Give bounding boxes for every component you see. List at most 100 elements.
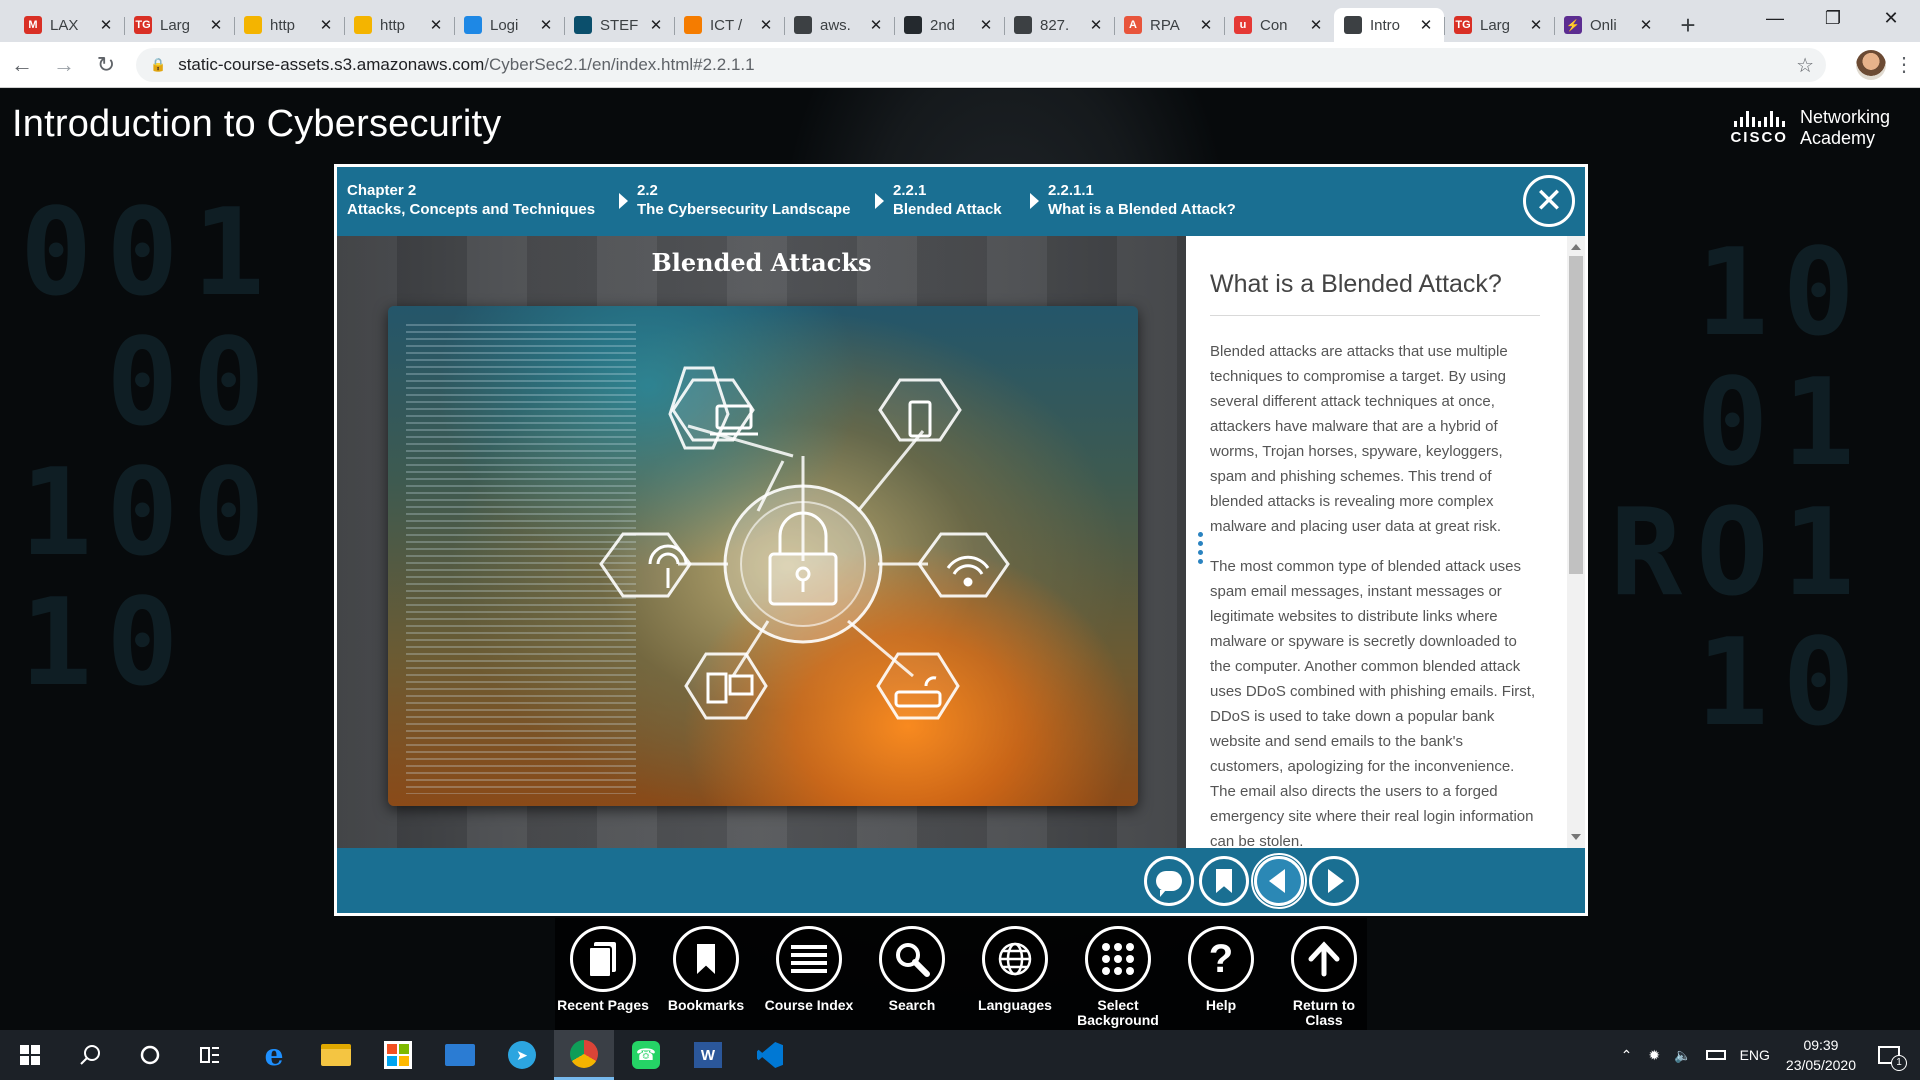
scroll-down-arrow[interactable]: [1571, 834, 1581, 840]
wifi-icon[interactable]: ✹: [1648, 1047, 1660, 1064]
search-button[interactable]: Search: [864, 926, 960, 1013]
tab-close-icon[interactable]: ✕: [1638, 16, 1654, 34]
cisco-logo-mark: CISCO: [1730, 110, 1788, 146]
browser-tab[interactable]: 827. ✕: [1004, 8, 1114, 42]
recent-pages-button[interactable]: Recent Pages: [555, 926, 651, 1013]
comment-button[interactable]: [1144, 856, 1194, 906]
browser-tab[interactable]: TG Larg ✕: [1444, 8, 1554, 42]
breadcrumb-topic[interactable]: 2.2.1 Blended Attack: [875, 181, 1002, 219]
taskbar-clock[interactable]: 09:39 23/05/2020: [1786, 1035, 1856, 1075]
content-scrollbar[interactable]: [1567, 236, 1585, 848]
tab-close-icon[interactable]: ✕: [1528, 16, 1544, 34]
profile-avatar[interactable]: [1856, 50, 1886, 80]
github-icon: [904, 16, 922, 34]
tab-close-icon[interactable]: ✕: [538, 16, 554, 34]
blended-attacks-illustration: [388, 306, 1138, 806]
battery-icon[interactable]: [1705, 1050, 1726, 1060]
tab-title: Larg: [1480, 16, 1511, 34]
taskbar-mail[interactable]: [430, 1030, 490, 1080]
breadcrumb-page[interactable]: 2.2.1.1 What is a Blended Attack?: [1030, 181, 1236, 219]
browser-tab[interactable]: M LAX ✕: [14, 8, 124, 42]
browser-tab[interactable]: aws. ✕: [784, 8, 894, 42]
browser-tab[interactable]: Logi ✕: [454, 8, 564, 42]
return-to-class-button[interactable]: Return to Class: [1276, 926, 1372, 1028]
bookmark-page-button[interactable]: [1199, 856, 1249, 906]
tab-close-icon[interactable]: ✕: [758, 16, 774, 34]
select-background-button[interactable]: Select Background: [1070, 926, 1166, 1028]
taskbar-vscode[interactable]: [740, 1030, 800, 1080]
language-indicator[interactable]: ENG: [1740, 1047, 1770, 1063]
show-hidden-icons-button[interactable]: ⌃: [1621, 1047, 1633, 1064]
taskbar-whatsapp[interactable]: ☎: [616, 1030, 676, 1080]
tab-close-icon[interactable]: ✕: [208, 16, 224, 34]
tab-close-icon[interactable]: ✕: [1088, 16, 1104, 34]
browser-tab[interactable]: u Con ✕: [1224, 8, 1334, 42]
browser-tab[interactable]: 2nd ✕: [894, 8, 1004, 42]
arrow-right-icon: [1328, 869, 1344, 893]
next-page-button[interactable]: [1309, 856, 1359, 906]
course-page: 001 00 100 10 10 01 RO1 10 Introduction …: [0, 89, 1920, 1030]
globe-icon: [1344, 16, 1362, 34]
volume-icon[interactable]: 🔈: [1674, 1047, 1691, 1064]
url-path: /CyberSec2.1/en/index.html#2.2.1.1: [484, 55, 755, 74]
languages-button[interactable]: Languages: [967, 926, 1063, 1013]
nav-label: Return to Class: [1292, 997, 1356, 1028]
browser-tab[interactable]: Intro ✕: [1334, 8, 1444, 42]
minimize-button[interactable]: —: [1746, 0, 1804, 36]
tab-close-icon[interactable]: ✕: [318, 16, 334, 34]
cortana-button[interactable]: [120, 1030, 180, 1080]
help-button[interactable]: ? Help: [1173, 926, 1269, 1013]
nav-label: Languages: [978, 997, 1052, 1013]
tab-title: 827.: [1040, 16, 1070, 34]
tab-close-icon[interactable]: ✕: [978, 16, 994, 34]
browser-tab[interactable]: TG Larg ✕: [124, 8, 234, 42]
action-center-button[interactable]: 1: [1878, 1046, 1907, 1071]
bookmark-icon: [1216, 869, 1232, 893]
taskbar-search-button[interactable]: [60, 1030, 120, 1080]
taskbar-chrome[interactable]: [554, 1030, 614, 1080]
address-bar[interactable]: 🔒 static-course-assets.s3.amazonaws.com /…: [136, 48, 1826, 82]
chrome-icon: [570, 1039, 598, 1068]
taskbar-telegram[interactable]: ➤: [492, 1030, 552, 1080]
close-modal-button[interactable]: ✕: [1523, 175, 1575, 227]
list-icon: [776, 926, 842, 992]
scrollbar-thumb[interactable]: [1569, 256, 1583, 574]
taskbar-file-explorer[interactable]: [306, 1030, 366, 1080]
browser-tab[interactable]: http ✕: [344, 8, 454, 42]
tab-close-icon[interactable]: ✕: [648, 16, 664, 34]
scroll-up-arrow[interactable]: [1571, 244, 1581, 250]
taskbar-edge[interactable]: e: [244, 1030, 304, 1080]
start-button[interactable]: [0, 1030, 60, 1080]
course-index-button[interactable]: Course Index: [761, 926, 857, 1013]
browser-tab[interactable]: A RPA ✕: [1114, 8, 1224, 42]
bookmark-star-icon[interactable]: ☆: [1796, 53, 1814, 78]
tab-close-icon[interactable]: ✕: [868, 16, 884, 34]
browser-tab[interactable]: ICT / ✕: [674, 8, 784, 42]
tab-close-icon[interactable]: ✕: [1308, 16, 1324, 34]
tab-close-icon[interactable]: ✕: [1198, 16, 1214, 34]
task-view-button[interactable]: [180, 1030, 240, 1080]
browser-tab[interactable]: ⚡ Onli ✕: [1554, 8, 1664, 42]
panel-resize-handle[interactable]: [1198, 532, 1203, 564]
new-tab-button[interactable]: +: [1670, 8, 1706, 42]
breadcrumb-chapter[interactable]: Chapter 2 Attacks, Concepts and Techniqu…: [347, 181, 595, 219]
previous-page-button[interactable]: [1251, 853, 1307, 909]
tab-close-icon[interactable]: ✕: [1418, 16, 1434, 34]
tab-close-icon[interactable]: ✕: [98, 16, 114, 34]
tab-close-icon[interactable]: ✕: [428, 16, 444, 34]
taskbar-store[interactable]: [368, 1030, 428, 1080]
browser-tab[interactable]: STEF ✕: [564, 8, 674, 42]
back-button[interactable]: ←: [2, 45, 42, 85]
browser-menu-icon[interactable]: ⋮: [1894, 52, 1914, 77]
browser-toolbar: ← → ↻ 🔒 static-course-assets.s3.amazonaw…: [0, 42, 1920, 88]
bookmarks-button[interactable]: Bookmarks: [658, 926, 754, 1013]
taskbar-word[interactable]: W: [678, 1030, 738, 1080]
reload-button[interactable]: ↻: [86, 45, 126, 85]
nav-label: Course Index: [764, 997, 854, 1013]
close-window-button[interactable]: ✕: [1862, 0, 1920, 36]
edge-icon: e: [264, 1037, 284, 1073]
breadcrumb-section[interactable]: 2.2 The Cybersecurity Landscape: [619, 181, 850, 219]
forward-button[interactable]: →: [44, 45, 84, 85]
maximize-button[interactable]: ❐: [1804, 0, 1862, 36]
browser-tab[interactable]: http ✕: [234, 8, 344, 42]
